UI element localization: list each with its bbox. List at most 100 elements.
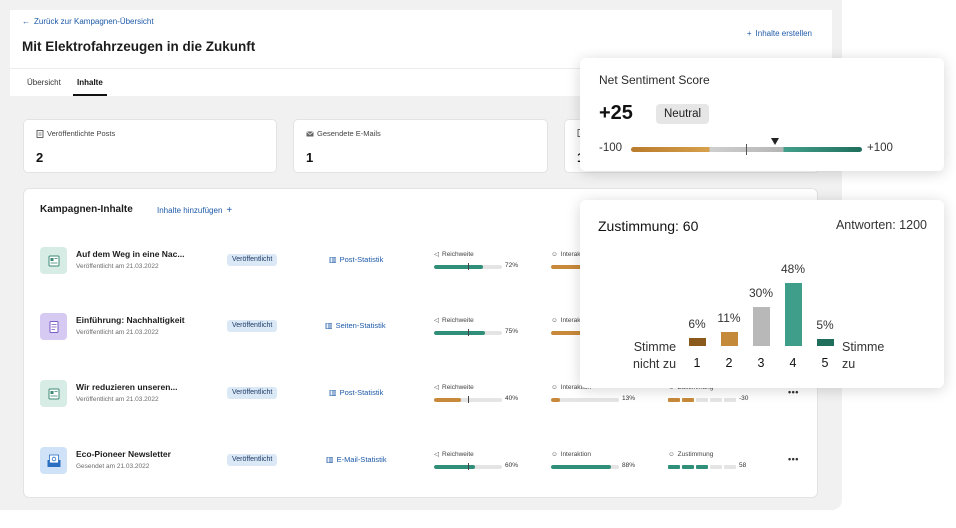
stat-label-emails: Gesendete E-Mails	[317, 129, 381, 138]
approval-segments	[668, 465, 736, 469]
list-item[interactable]: Eco-Pioneer Newsletter Gesendet am 21.03.…	[24, 441, 817, 481]
chart-title: Zustimmung: 60	[598, 218, 699, 234]
status-badge: Veröffentlicht	[227, 454, 278, 466]
bar-chart-icon: ▥	[325, 321, 333, 330]
create-content-button[interactable]: + Inhalte erstellen	[747, 29, 812, 38]
reach-metric: ◁ Reichweite 75%	[434, 316, 519, 336]
interaction-metric: ☺ Interaktion 88%	[551, 450, 636, 469]
reach-metric: ◁ Reichweite 40%	[434, 383, 519, 403]
arrow-left-icon: ←	[22, 17, 30, 26]
reach-mid-tick	[468, 396, 469, 403]
interaction-fill	[551, 265, 582, 269]
chart-data-label-4: 48%	[780, 262, 806, 276]
statistics-link[interactable]: ▥ E-Mail-Statistik	[326, 455, 387, 464]
approval-metric: ☺ Zustimmung 58	[668, 450, 747, 469]
chart-bar-5	[817, 339, 834, 346]
mail-icon	[306, 130, 314, 136]
statistics-link[interactable]: ▥ Seiten-Statistik	[325, 321, 386, 330]
net-sentiment-popup: Net Sentiment Score +25 Neutral -100 +10…	[580, 58, 944, 171]
approval-value: 58	[739, 462, 747, 469]
reach-value: 40%	[505, 395, 519, 402]
more-options-button[interactable]: •••	[788, 387, 799, 397]
plus-icon: +	[746, 29, 752, 38]
stat-card-emails: Gesendete E-Mails 1	[293, 119, 548, 173]
nss-center-tick	[746, 144, 747, 155]
bar-chart-icon: ▥	[326, 455, 334, 464]
statistics-link[interactable]: ▥ Post-Statistik	[329, 388, 383, 397]
chart-bar-4	[785, 283, 802, 346]
interaction-value: 13%	[622, 395, 636, 402]
add-content-label: Inhalte hinzufügen	[157, 206, 223, 215]
content-title[interactable]: Wir reduzieren unseren...	[76, 382, 177, 392]
content-date: Gesendet am 21.03.2022	[76, 463, 150, 470]
status-badge: Veröffentlicht	[227, 254, 278, 266]
reach-mid-tick	[468, 463, 469, 470]
chart-left-label: Stimme nicht zu	[633, 340, 677, 371]
interaction-value: 88%	[622, 462, 636, 469]
smiley-icon: ☺	[551, 450, 558, 458]
status-badge: Veröffentlicht	[227, 387, 278, 399]
chart-data-label-2: 11%	[717, 310, 741, 325]
smiley-icon: ☺	[668, 450, 675, 458]
back-link[interactable]: ← Zurück zur Kampagnen-Übersicht	[22, 17, 154, 26]
page-icon	[40, 313, 67, 340]
content-title[interactable]: Einführung: Nachhaltigkeit	[76, 315, 185, 325]
nss-value: +25	[599, 102, 633, 124]
content-date: Veröffentlicht am 21.03.2022	[76, 263, 159, 270]
interaction-fill	[551, 465, 611, 469]
post-icon	[40, 247, 67, 274]
more-options-button[interactable]: •••	[788, 454, 799, 464]
nss-score-marker	[771, 138, 780, 145]
interaction-fill	[551, 331, 582, 335]
chart-bar-2	[721, 331, 738, 346]
interaction-fill	[551, 398, 560, 402]
chart-tick-label-3: 3	[757, 356, 765, 370]
smiley-icon: ☺	[551, 316, 558, 324]
stat-label-posts: Veröffentlichte Posts	[47, 129, 116, 138]
chart-bar-1	[689, 338, 706, 346]
tab-overview[interactable]: Übersicht	[27, 78, 61, 87]
content-date: Veröffentlicht am 21.03.2022	[76, 396, 159, 403]
nss-badge: Neutral	[656, 104, 710, 124]
nss-min-label: -100	[599, 142, 623, 154]
chart-right-label: Stimme zu	[842, 340, 885, 371]
approval-value: -30	[739, 395, 749, 402]
add-content-button[interactable]: Inhalte hinzufügen +	[157, 205, 232, 216]
plus-icon: +	[226, 205, 233, 216]
create-content-label: Inhalte erstellen	[755, 29, 812, 38]
stat-value-posts: 2	[36, 150, 44, 165]
reach-metric: ◁ Reichweite 72%	[434, 250, 519, 270]
status-badge: Veröffentlicht	[227, 320, 278, 332]
chart-tick-label-2: 2	[725, 356, 733, 370]
megaphone-icon: ◁	[434, 384, 439, 391]
chart-answers-count: Antworten: 1200	[835, 218, 927, 232]
stat-value-emails: 1	[306, 150, 314, 165]
reach-value: 60%	[505, 462, 519, 469]
interaction-track	[551, 465, 619, 469]
chart-bar-3	[753, 306, 770, 346]
tab-content[interactable]: Inhalte	[77, 78, 103, 87]
smiley-icon: ☺	[551, 383, 558, 391]
document-icon	[36, 129, 44, 138]
reach-fill	[434, 265, 483, 269]
reach-fill	[434, 331, 485, 335]
panel-title: Kampagnen-Inhalte	[40, 204, 133, 215]
megaphone-icon: ◁	[434, 317, 439, 324]
chart-data-label-5: 5%	[816, 318, 834, 333]
smiley-icon: ☺	[551, 250, 558, 258]
chart-tick-label-1: 1	[693, 356, 701, 370]
reach-value: 75%	[505, 328, 519, 335]
megaphone-icon: ◁	[434, 251, 439, 258]
active-tab-indicator	[73, 94, 107, 96]
chart-tick-label-4: 4	[789, 356, 797, 370]
chart-data-label-3: 30%	[748, 285, 774, 300]
nss-title: Net Sentiment Score	[599, 73, 710, 87]
post-icon	[40, 380, 67, 407]
approval-segments	[668, 398, 736, 402]
statistics-link[interactable]: ▥ Post-Statistik	[329, 255, 383, 264]
content-title[interactable]: Auf dem Weg in eine Nac...	[76, 249, 184, 259]
content-title[interactable]: Eco-Pioneer Newsletter	[76, 449, 171, 459]
reach-value: 72%	[505, 262, 519, 269]
reach-mid-tick	[468, 263, 469, 270]
stat-card-posts: Veröffentlichte Posts 2	[23, 119, 277, 173]
